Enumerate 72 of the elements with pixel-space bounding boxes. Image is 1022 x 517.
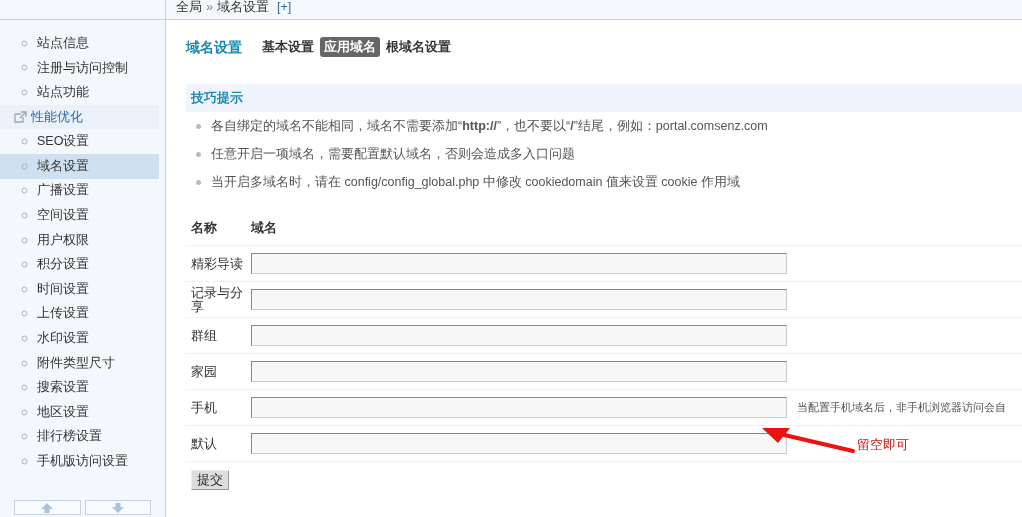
sidebar-item[interactable]: 域名设置: [0, 153, 159, 179]
external-link-icon: [14, 111, 27, 124]
scroll-down-button[interactable]: [84, 500, 151, 515]
field-note: 当配置手机域名后，非手机浏览器访问会自: [797, 400, 1006, 416]
sidebar-item[interactable]: 广播设置: [0, 178, 159, 204]
sidebar-item[interactable]: 时间设置: [0, 276, 159, 302]
bullet-icon: [21, 64, 28, 72]
row-label: 记录与分享: [191, 285, 244, 314]
tab[interactable]: 应用域名: [320, 36, 380, 58]
bullet-icon: [21, 261, 28, 269]
bullet-icon: [21, 310, 28, 318]
bullet-icon: [21, 408, 28, 416]
submit-button[interactable]: 提交: [191, 470, 229, 490]
bullet-icon: [21, 162, 28, 170]
sidebar-item[interactable]: 排行榜设置: [0, 424, 159, 450]
bullet-icon: [21, 236, 28, 244]
column-header: 域名: [251, 220, 277, 238]
bullet-icon: [21, 211, 28, 219]
tip-text: 各自绑定的域名不能相同，域名不需要添加“http://”，也不要以“/”结尾，例如：portal.comsenz.com: [211, 117, 768, 135]
up-arrow-icon: [41, 502, 54, 513]
bullet-icon: [196, 179, 201, 185]
down-arrow-icon: [111, 502, 124, 513]
sidebar-item[interactable]: 水印设置: [0, 326, 159, 351]
sidebar-item[interactable]: 站点信息: [0, 31, 159, 56]
sidebar-item[interactable]: 手机版访问设置: [0, 449, 159, 474]
column-header: 名称: [191, 220, 218, 238]
sidebar-item[interactable]: 积分设置: [0, 252, 159, 277]
bullet-icon: [21, 359, 28, 367]
row-label: 默认: [191, 436, 218, 451]
row-label: 精彩导读: [191, 256, 244, 271]
sidebar-item[interactable]: 搜索设置: [0, 375, 159, 400]
sidebar-item[interactable]: 附件类型尺寸: [0, 350, 159, 376]
tab[interactable]: 根域名设置: [382, 36, 455, 58]
sidebar-item[interactable]: 空间设置: [0, 203, 159, 228]
bullet-icon: [196, 151, 201, 157]
bullet-icon: [21, 187, 28, 195]
sidebar-item[interactable]: 上传设置: [0, 301, 159, 327]
scroll-up-button[interactable]: [14, 500, 81, 515]
bullet-icon: [21, 334, 28, 342]
bullet-icon: [21, 39, 28, 47]
bullet-icon: [21, 384, 28, 392]
bullet-icon: [196, 123, 201, 129]
row-label: 家园: [191, 364, 218, 379]
tip-text: 任意开启一项域名，需要配置默认域名，否则会造成多入口问题: [211, 145, 575, 163]
breadcrumb-separator: »: [206, 0, 213, 13]
sidebar-item[interactable]: SEO设置: [0, 129, 159, 154]
annotation-text: 留空即可: [857, 437, 909, 454]
tab[interactable]: 基本设置: [258, 36, 318, 58]
sidebar-item[interactable]: 站点功能: [0, 80, 159, 105]
sidebar-item[interactable]: 用户权限: [0, 227, 159, 253]
row-label: 手机: [191, 400, 218, 415]
domain-input[interactable]: [251, 361, 787, 382]
row-label: 群组: [191, 328, 218, 343]
breadcrumb-link[interactable]: 全局: [176, 0, 202, 13]
domain-input[interactable]: [251, 397, 787, 418]
breadcrumb-current: 域名设置: [216, 0, 269, 13]
bullet-icon: [21, 89, 28, 96]
sidebar-item[interactable]: 注册与访问控制: [0, 55, 159, 81]
bullet-icon: [21, 285, 28, 293]
sidebar-item[interactable]: 性能优化: [0, 104, 159, 130]
bullet-icon: [21, 138, 28, 146]
domain-input[interactable]: [251, 325, 787, 346]
tips-title: 技巧提示: [191, 89, 243, 107]
tip-text: 当开启多域名时，请在 config/config_global.php 中修改 cookiedomain 值来设置 cookie 作用域: [211, 173, 740, 191]
bullet-icon: [21, 433, 28, 441]
bullet-icon: [21, 457, 28, 465]
page-title: 域名设置: [186, 37, 242, 57]
sidebar-item[interactable]: 地区设置: [0, 399, 159, 425]
domain-input[interactable]: [251, 433, 787, 454]
domain-input[interactable]: [251, 289, 787, 310]
add-link[interactable]: [+]: [276, 0, 292, 13]
domain-input[interactable]: [251, 253, 787, 274]
